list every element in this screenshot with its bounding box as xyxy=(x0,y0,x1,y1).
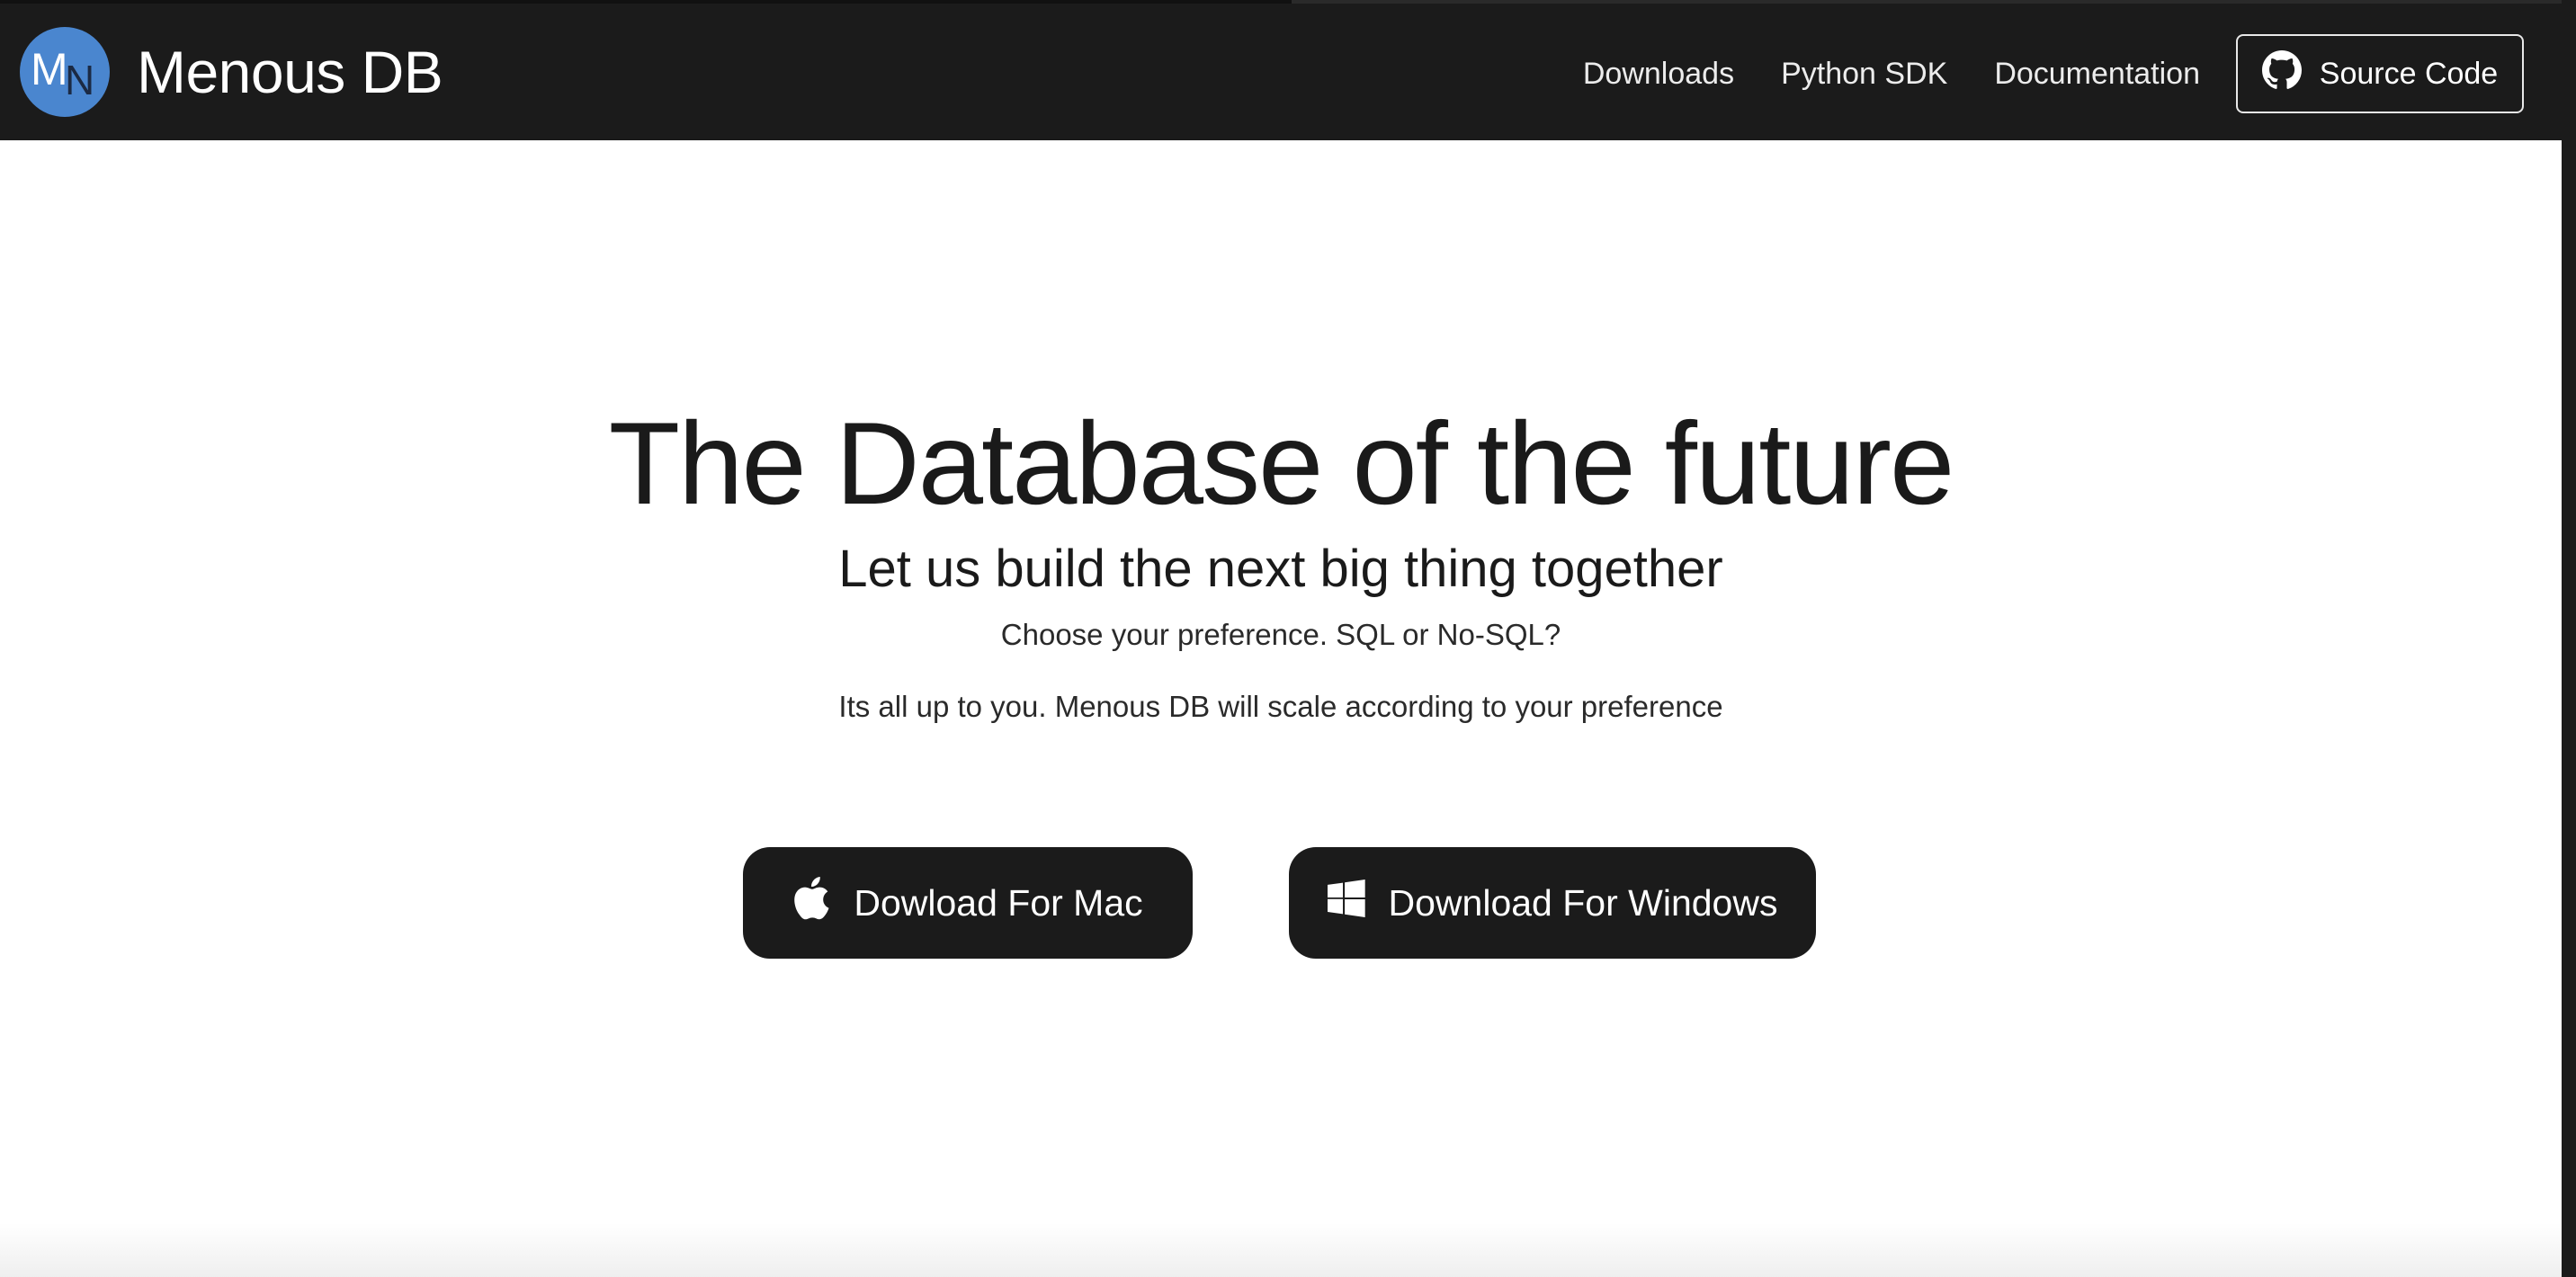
logo-letter-m: M xyxy=(31,44,68,94)
hero-title: The Database of the future xyxy=(608,397,1955,529)
download-windows-button[interactable]: Download For Windows xyxy=(1289,847,1816,959)
page: M N Menous DB Downloads Python SDK Docum… xyxy=(0,0,2576,1277)
apple-icon xyxy=(792,877,854,929)
download-windows-label: Download For Windows xyxy=(1388,881,1778,924)
brand[interactable]: M N Menous DB xyxy=(20,27,443,117)
hero-subtitle: Let us build the next big thing together xyxy=(838,540,1723,598)
logo-letter-n: N xyxy=(65,57,95,103)
page-load-bar xyxy=(0,0,1292,4)
hero-line-1: Choose your preference. SQL or No-SQL? xyxy=(1000,618,1561,651)
nav-links: Downloads Python SDK Documentation Sourc… xyxy=(1583,34,2524,113)
download-mac-label: Dowload For Mac xyxy=(854,881,1143,924)
source-code-label: Source Code xyxy=(2319,56,2499,91)
nav-downloads[interactable]: Downloads xyxy=(1583,57,1734,92)
hero-line-2: Its all up to you. Menous DB will scale … xyxy=(838,690,1723,723)
top-navbar: M N Menous DB Downloads Python SDK Docum… xyxy=(0,0,2562,140)
nav-documentation[interactable]: Documentation xyxy=(1994,57,2200,92)
github-icon xyxy=(2261,49,2320,98)
windows-icon xyxy=(1327,880,1389,926)
source-code-button[interactable]: Source Code xyxy=(2236,34,2524,113)
nav-python-sdk[interactable]: Python SDK xyxy=(1781,57,1947,92)
download-mac-button[interactable]: Dowload For Mac xyxy=(743,847,1193,959)
logo[interactable]: M N xyxy=(20,27,110,117)
brand-name[interactable]: Menous DB xyxy=(137,38,443,106)
bottom-shadow xyxy=(0,1223,2562,1277)
window-edge xyxy=(2562,0,2576,1277)
